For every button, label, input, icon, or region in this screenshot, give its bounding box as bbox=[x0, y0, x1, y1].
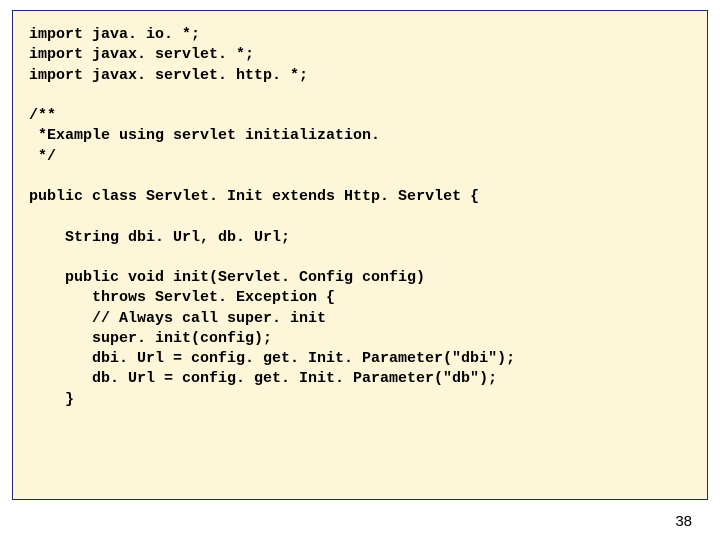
slide: import java. io. *; import javax. servle… bbox=[0, 0, 720, 540]
code-line: String dbi. Url, db. Url; bbox=[65, 229, 290, 246]
code-line: db. Url = config. get. Init. Parameter("… bbox=[92, 370, 497, 387]
code-line: throws Servlet. Exception { bbox=[92, 289, 335, 306]
code-line: /** bbox=[29, 107, 56, 124]
code-line: import java. io. *; bbox=[29, 26, 200, 43]
code-line: *Example using servlet initialization. bbox=[29, 127, 380, 144]
page-number: 38 bbox=[675, 513, 692, 530]
code-line: super. init(config); bbox=[92, 330, 272, 347]
code-line: import javax. servlet. *; bbox=[29, 46, 254, 63]
code-line: } bbox=[65, 391, 74, 408]
code-line: import javax. servlet. http. *; bbox=[29, 67, 308, 84]
code-line: public class Servlet. Init extends Http.… bbox=[29, 188, 479, 205]
code-line: */ bbox=[29, 148, 56, 165]
code-line: public void init(Servlet. Config config) bbox=[65, 269, 425, 286]
code-line: dbi. Url = config. get. Init. Parameter(… bbox=[92, 350, 515, 367]
code-line: // Always call super. init bbox=[92, 310, 326, 327]
code-block: import java. io. *; import javax. servle… bbox=[12, 10, 708, 500]
